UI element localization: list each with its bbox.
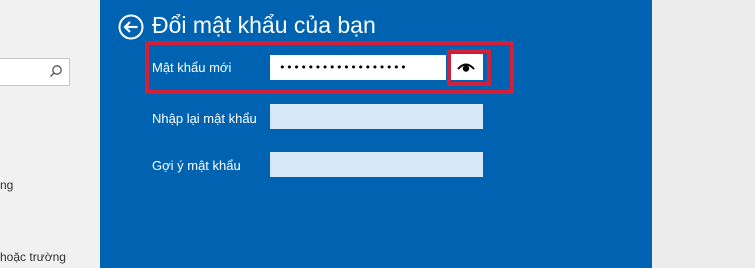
background-search-box[interactable] xyxy=(0,58,70,86)
password-hint-label: Gợi ý mật khẩu xyxy=(152,158,241,173)
search-icon xyxy=(50,65,62,77)
background-settings-panel: ng hoặc trường xyxy=(0,0,100,268)
background-list-item: ng xyxy=(0,178,14,192)
back-arrow-icon[interactable] xyxy=(118,14,144,40)
confirm-password-label: Nhập lại mật khẩu xyxy=(152,111,257,126)
confirm-password-input[interactable] xyxy=(270,104,483,129)
background-right-panel xyxy=(652,0,755,268)
dialog-title: Đổi mật khẩu của bạn xyxy=(152,12,376,38)
highlight-box-reveal-button xyxy=(447,49,491,86)
change-password-dialog: Đổi mật khẩu của bạn Mật khẩu mới ••••••… xyxy=(100,0,652,268)
background-list-item: hoặc trường xyxy=(0,250,66,264)
password-hint-input[interactable] xyxy=(270,152,483,177)
